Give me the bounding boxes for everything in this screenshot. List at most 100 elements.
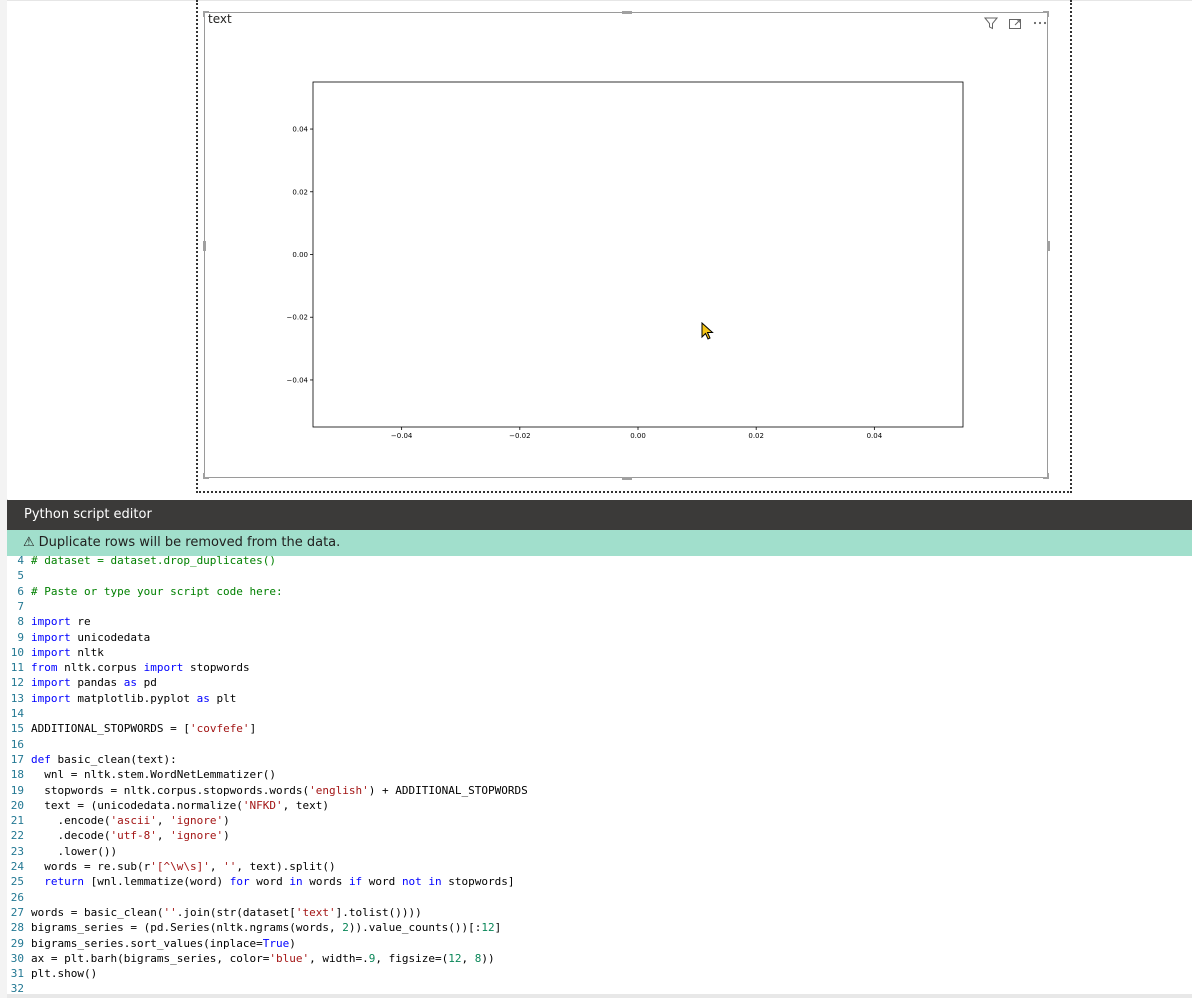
resize-handle-left[interactable] (203, 241, 206, 251)
code-token: 12 (448, 951, 462, 965)
code-line[interactable]: 26 (7, 890, 31, 905)
code-token: 'utf-8' (110, 829, 157, 843)
code-token: '' (163, 905, 177, 919)
code-token: ax = plt.barh(bigrams_series, color= (31, 951, 270, 965)
code-line[interactable]: 27 words = basic_clean(''.join(str(datase… (7, 905, 422, 920)
code-token: 'ignore' (170, 814, 224, 828)
code-token: .lower()) (31, 844, 118, 858)
code-token: # dataset = dataset.drop_duplicates() (31, 556, 277, 567)
code-line[interactable]: 10 import nltk (7, 645, 104, 660)
code-line[interactable]: 9 import unicodedata (7, 630, 150, 645)
code-token: plt (209, 691, 237, 705)
code-token: pandas (70, 676, 124, 690)
code-token: in (289, 875, 303, 889)
code-line[interactable]: 29 bigrams_series.sort_values(inplace=Tru… (7, 936, 296, 951)
line-number: 8 (17, 615, 24, 629)
code-token: ) (289, 936, 296, 950)
line-number: 10 (10, 645, 24, 659)
resize-handle-top[interactable] (622, 11, 632, 14)
line-number: 28 (10, 921, 24, 935)
code-token: ] (494, 921, 502, 935)
y-tick-label: −0.02 (287, 314, 308, 322)
code-line[interactable]: 21 .encode('ascii', 'ignore') (7, 813, 230, 828)
y-tick-label: 0.02 (292, 188, 308, 196)
line-number: 18 (10, 768, 24, 782)
code-token: True (262, 936, 290, 950)
code-line[interactable]: 25 return [wnl.lemmatize(word) for word … (7, 874, 515, 889)
resize-handle-bottom-left[interactable] (203, 473, 209, 479)
code-line[interactable]: 16 (7, 737, 31, 752)
code-token: )).value_counts())[: (348, 921, 482, 935)
code-line[interactable]: 12 import pandas as pd (7, 675, 157, 690)
code-token: 'text' (295, 905, 336, 919)
y-tick-label: 0.04 (292, 126, 308, 134)
line-number: 27 (10, 905, 24, 919)
x-tick-label: 0.00 (630, 432, 646, 440)
code-line[interactable]: 20 text = (unicodedata.normalize('NFKD',… (7, 798, 329, 813)
resize-handle-bottom-right[interactable] (1043, 473, 1049, 479)
code-line[interactable]: 30 ax = plt.barh(bigrams_series, color='b… (7, 951, 495, 966)
code-line[interactable]: 5 (7, 568, 31, 583)
code-token: ) (223, 814, 230, 828)
code-line[interactable]: 23 .lower()) (7, 844, 117, 859)
line-number: 21 (10, 814, 24, 828)
code-token: nltk (70, 645, 104, 659)
resize-handle-top-left[interactable] (203, 11, 209, 17)
code-line[interactable]: 24 words = re.sub(r'[^\w\s]', '', text).… (7, 859, 336, 874)
code-line[interactable]: 31 plt.show() (7, 966, 97, 981)
code-token: ) (223, 829, 230, 843)
code-token: as (196, 691, 210, 705)
code-token: 'blue' (269, 951, 310, 965)
code-token: word (249, 875, 290, 889)
code-token: , (209, 860, 224, 873)
code-line[interactable]: 8 import re (7, 614, 90, 629)
code-line[interactable]: 14 (7, 706, 31, 721)
code-line[interactable]: 7 (7, 599, 31, 614)
code-token: stopwords (183, 661, 250, 675)
code-token: import (31, 645, 71, 659)
code-line[interactable]: 18 wnl = nltk.stem.WordNetLemmatizer() (7, 767, 276, 782)
focus-mode-icon[interactable] (1008, 16, 1022, 33)
code-token: unicodedata (70, 630, 151, 644)
code-token: import (31, 630, 71, 644)
line-number: 17 (10, 752, 24, 766)
code-token: # Paste or type your script code here: (31, 584, 283, 598)
more-options-icon[interactable] (1032, 16, 1048, 33)
code-token: text = (unicodedata.normalize( (31, 798, 243, 812)
resize-handle-bottom[interactable] (622, 477, 632, 480)
code-line[interactable]: 13 import matplotlib.pyplot as plt (7, 691, 237, 706)
warning-text: Duplicate rows will be removed from the … (38, 535, 341, 550)
code-token: pd (136, 676, 157, 690)
code-token: 'NFKD' (242, 798, 283, 812)
code-token: .encode( (31, 814, 111, 828)
code-token: import (143, 661, 184, 675)
code-token: plt.show() (31, 967, 98, 981)
code-token: stopwords] (441, 875, 515, 889)
code-token: 'ascii' (110, 814, 157, 828)
code-line[interactable]: 28 bigrams_series = (pd.Series(nltk.ngram… (7, 920, 501, 935)
line-number: 5 (17, 569, 24, 583)
line-number: 12 (10, 676, 24, 690)
x-tick-label: −0.04 (391, 432, 413, 440)
code-line[interactable]: 4 # dataset = dataset.drop_duplicates() (7, 556, 276, 568)
code-token: as (123, 676, 137, 690)
line-number: 20 (10, 798, 24, 812)
line-number: 31 (10, 967, 24, 981)
code-token: words = re.sub(r (31, 860, 151, 873)
code-token: , text) (282, 798, 330, 812)
code-line[interactable]: 19 stopwords = nltk.corpus.stopwords.wor… (7, 783, 528, 798)
filter-icon[interactable] (983, 16, 999, 33)
code-line[interactable]: 17 def basic_clean(text): (7, 752, 177, 767)
code-line[interactable]: 22 .decode('utf-8', 'ignore') (7, 828, 230, 843)
code-token: , figsize=( (375, 951, 449, 965)
code-line[interactable]: 11 from nltk.corpus import stopwords (7, 660, 250, 675)
line-number: 4 (17, 556, 24, 567)
code-token: 2 (342, 921, 349, 935)
code-line[interactable]: 15 ADDITIONAL_STOPWORDS = ['covfefe'] (7, 721, 256, 736)
code-line[interactable]: 6 # Paste or type your script code here: (7, 584, 283, 599)
code-token: '' (223, 860, 237, 873)
code-token: if (348, 875, 363, 889)
resize-handle-right[interactable] (1047, 241, 1050, 251)
code-editor[interactable]: 4 # dataset = dataset.drop_duplicates() 5 6… (7, 556, 1192, 998)
